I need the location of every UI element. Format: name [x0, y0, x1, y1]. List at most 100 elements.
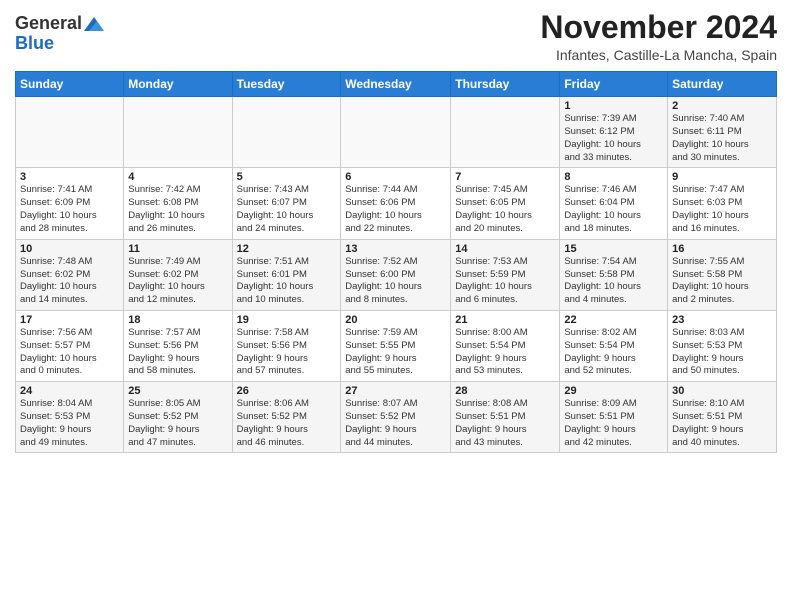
day-number: 25	[128, 385, 227, 397]
day-info: Sunrise: 8:10 AM Sunset: 5:51 PM Dayligh…	[672, 398, 772, 449]
calendar-cell: 24Sunrise: 8:04 AM Sunset: 5:53 PM Dayli…	[16, 382, 124, 453]
calendar-cell	[341, 97, 451, 168]
day-info: Sunrise: 8:07 AM Sunset: 5:52 PM Dayligh…	[345, 398, 446, 449]
day-number: 14	[455, 243, 555, 255]
calendar-cell: 7Sunrise: 7:45 AM Sunset: 6:05 PM Daylig…	[451, 168, 560, 239]
calendar-cell: 13Sunrise: 7:52 AM Sunset: 6:00 PM Dayli…	[341, 239, 451, 310]
day-info: Sunrise: 8:08 AM Sunset: 5:51 PM Dayligh…	[455, 398, 555, 449]
day-info: Sunrise: 7:40 AM Sunset: 6:11 PM Dayligh…	[672, 113, 772, 164]
day-info: Sunrise: 7:44 AM Sunset: 6:06 PM Dayligh…	[345, 184, 446, 235]
calendar-cell: 26Sunrise: 8:06 AM Sunset: 5:52 PM Dayli…	[232, 382, 341, 453]
calendar-cell: 15Sunrise: 7:54 AM Sunset: 5:58 PM Dayli…	[560, 239, 668, 310]
day-number: 21	[455, 314, 555, 326]
calendar-week-2: 3Sunrise: 7:41 AM Sunset: 6:09 PM Daylig…	[16, 168, 777, 239]
calendar-cell: 29Sunrise: 8:09 AM Sunset: 5:51 PM Dayli…	[560, 382, 668, 453]
logo-blue-text: Blue	[15, 34, 54, 54]
day-info: Sunrise: 8:02 AM Sunset: 5:54 PM Dayligh…	[564, 327, 663, 378]
day-number: 11	[128, 243, 227, 255]
day-number: 22	[564, 314, 663, 326]
calendar-cell: 11Sunrise: 7:49 AM Sunset: 6:02 PM Dayli…	[124, 239, 232, 310]
calendar-week-1: 1Sunrise: 7:39 AM Sunset: 6:12 PM Daylig…	[16, 97, 777, 168]
calendar-cell: 18Sunrise: 7:57 AM Sunset: 5:56 PM Dayli…	[124, 310, 232, 381]
day-info: Sunrise: 7:48 AM Sunset: 6:02 PM Dayligh…	[20, 256, 119, 307]
calendar-cell: 23Sunrise: 8:03 AM Sunset: 5:53 PM Dayli…	[668, 310, 777, 381]
day-number: 1	[564, 100, 663, 112]
day-info: Sunrise: 8:00 AM Sunset: 5:54 PM Dayligh…	[455, 327, 555, 378]
day-info: Sunrise: 7:58 AM Sunset: 5:56 PM Dayligh…	[237, 327, 337, 378]
day-number: 12	[237, 243, 337, 255]
day-info: Sunrise: 7:56 AM Sunset: 5:57 PM Dayligh…	[20, 327, 119, 378]
calendar-cell: 27Sunrise: 8:07 AM Sunset: 5:52 PM Dayli…	[341, 382, 451, 453]
calendar-cell: 5Sunrise: 7:43 AM Sunset: 6:07 PM Daylig…	[232, 168, 341, 239]
day-number: 2	[672, 100, 772, 112]
day-info: Sunrise: 7:43 AM Sunset: 6:07 PM Dayligh…	[237, 184, 337, 235]
calendar-week-5: 24Sunrise: 8:04 AM Sunset: 5:53 PM Dayli…	[16, 382, 777, 453]
calendar-cell: 8Sunrise: 7:46 AM Sunset: 6:04 PM Daylig…	[560, 168, 668, 239]
weekday-header-saturday: Saturday	[668, 72, 777, 97]
day-info: Sunrise: 8:03 AM Sunset: 5:53 PM Dayligh…	[672, 327, 772, 378]
day-number: 6	[345, 171, 446, 183]
day-info: Sunrise: 8:09 AM Sunset: 5:51 PM Dayligh…	[564, 398, 663, 449]
calendar-cell: 3Sunrise: 7:41 AM Sunset: 6:09 PM Daylig…	[16, 168, 124, 239]
calendar-cell: 10Sunrise: 7:48 AM Sunset: 6:02 PM Dayli…	[16, 239, 124, 310]
day-info: Sunrise: 7:53 AM Sunset: 5:59 PM Dayligh…	[455, 256, 555, 307]
day-info: Sunrise: 8:04 AM Sunset: 5:53 PM Dayligh…	[20, 398, 119, 449]
weekday-header-friday: Friday	[560, 72, 668, 97]
day-number: 17	[20, 314, 119, 326]
calendar-cell: 17Sunrise: 7:56 AM Sunset: 5:57 PM Dayli…	[16, 310, 124, 381]
logo-general-text: General	[15, 14, 82, 34]
day-number: 18	[128, 314, 227, 326]
day-number: 24	[20, 385, 119, 397]
calendar-cell: 6Sunrise: 7:44 AM Sunset: 6:06 PM Daylig…	[341, 168, 451, 239]
calendar-cell: 9Sunrise: 7:47 AM Sunset: 6:03 PM Daylig…	[668, 168, 777, 239]
day-number: 15	[564, 243, 663, 255]
day-info: Sunrise: 8:05 AM Sunset: 5:52 PM Dayligh…	[128, 398, 227, 449]
day-info: Sunrise: 7:46 AM Sunset: 6:04 PM Dayligh…	[564, 184, 663, 235]
calendar-cell: 20Sunrise: 7:59 AM Sunset: 5:55 PM Dayli…	[341, 310, 451, 381]
calendar-cell: 28Sunrise: 8:08 AM Sunset: 5:51 PM Dayli…	[451, 382, 560, 453]
calendar-cell: 4Sunrise: 7:42 AM Sunset: 6:08 PM Daylig…	[124, 168, 232, 239]
calendar-cell	[124, 97, 232, 168]
day-info: Sunrise: 7:49 AM Sunset: 6:02 PM Dayligh…	[128, 256, 227, 307]
day-number: 29	[564, 385, 663, 397]
day-number: 4	[128, 171, 227, 183]
location-subtitle: Infantes, Castille-La Mancha, Spain	[540, 47, 777, 63]
page: General Blue November 2024 Infantes, Cas…	[0, 0, 792, 468]
weekday-header-tuesday: Tuesday	[232, 72, 341, 97]
day-number: 27	[345, 385, 446, 397]
day-number: 20	[345, 314, 446, 326]
calendar-cell: 14Sunrise: 7:53 AM Sunset: 5:59 PM Dayli…	[451, 239, 560, 310]
day-number: 16	[672, 243, 772, 255]
calendar-cell: 21Sunrise: 8:00 AM Sunset: 5:54 PM Dayli…	[451, 310, 560, 381]
calendar-cell: 1Sunrise: 7:39 AM Sunset: 6:12 PM Daylig…	[560, 97, 668, 168]
day-number: 10	[20, 243, 119, 255]
day-info: Sunrise: 7:52 AM Sunset: 6:00 PM Dayligh…	[345, 256, 446, 307]
day-info: Sunrise: 7:47 AM Sunset: 6:03 PM Dayligh…	[672, 184, 772, 235]
day-info: Sunrise: 7:42 AM Sunset: 6:08 PM Dayligh…	[128, 184, 227, 235]
calendar-cell	[451, 97, 560, 168]
calendar-cell: 19Sunrise: 7:58 AM Sunset: 5:56 PM Dayli…	[232, 310, 341, 381]
calendar-week-4: 17Sunrise: 7:56 AM Sunset: 5:57 PM Dayli…	[16, 310, 777, 381]
day-number: 26	[237, 385, 337, 397]
day-number: 3	[20, 171, 119, 183]
day-number: 19	[237, 314, 337, 326]
logo: General Blue	[15, 10, 104, 54]
header: General Blue November 2024 Infantes, Cas…	[15, 10, 777, 63]
day-info: Sunrise: 7:41 AM Sunset: 6:09 PM Dayligh…	[20, 184, 119, 235]
calendar-cell: 30Sunrise: 8:10 AM Sunset: 5:51 PM Dayli…	[668, 382, 777, 453]
calendar-cell: 16Sunrise: 7:55 AM Sunset: 5:58 PM Dayli…	[668, 239, 777, 310]
day-info: Sunrise: 7:39 AM Sunset: 6:12 PM Dayligh…	[564, 113, 663, 164]
day-info: Sunrise: 7:55 AM Sunset: 5:58 PM Dayligh…	[672, 256, 772, 307]
day-number: 30	[672, 385, 772, 397]
day-info: Sunrise: 7:51 AM Sunset: 6:01 PM Dayligh…	[237, 256, 337, 307]
calendar-cell: 22Sunrise: 8:02 AM Sunset: 5:54 PM Dayli…	[560, 310, 668, 381]
calendar-cell: 12Sunrise: 7:51 AM Sunset: 6:01 PM Dayli…	[232, 239, 341, 310]
day-info: Sunrise: 8:06 AM Sunset: 5:52 PM Dayligh…	[237, 398, 337, 449]
calendar-cell: 25Sunrise: 8:05 AM Sunset: 5:52 PM Dayli…	[124, 382, 232, 453]
day-number: 28	[455, 385, 555, 397]
weekday-header-row: SundayMondayTuesdayWednesdayThursdayFrid…	[16, 72, 777, 97]
calendar-cell	[16, 97, 124, 168]
day-info: Sunrise: 7:59 AM Sunset: 5:55 PM Dayligh…	[345, 327, 446, 378]
weekday-header-monday: Monday	[124, 72, 232, 97]
logo-icon	[84, 17, 104, 31]
